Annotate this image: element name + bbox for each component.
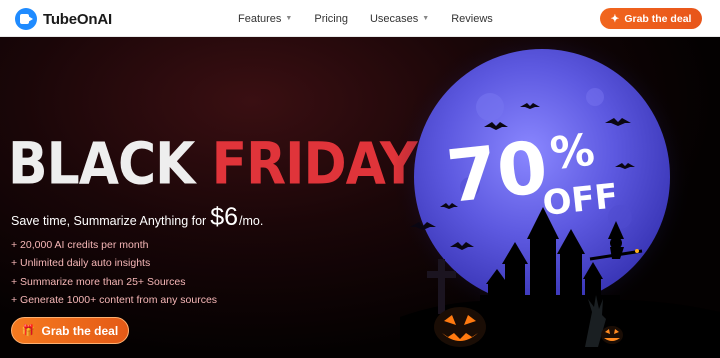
- headline-black: BLACK: [8, 131, 195, 199]
- list-item: + 20,000 AI credits per month: [11, 239, 149, 251]
- chevron-down-icon: ▼: [285, 15, 293, 22]
- brand-logo[interactable]: TubeOnAI: [15, 8, 112, 30]
- promo-off: OFF: [541, 176, 620, 224]
- tagline-text: Save time, Summarize Anything for: [11, 214, 207, 228]
- nav-grab-deal-button[interactable]: ✦ Grab the deal: [600, 8, 702, 29]
- price-value: $6: [210, 203, 239, 231]
- list-item: + Summarize more than 25+ Sources: [11, 275, 186, 288]
- list-item: + Unlimited daily auto insights: [11, 257, 151, 270]
- promo-percent: 70: [443, 125, 551, 219]
- brand-name: TubeOnAI: [43, 10, 112, 28]
- sparkle-icon: ✦: [610, 12, 620, 25]
- top-nav: TubeOnAI Features ▼ Pricing Usecases ▼ R…: [0, 0, 720, 37]
- hero-grab-deal-button[interactable]: 🎁 Grab the deal: [11, 317, 129, 344]
- hero-cta-label: Grab the deal: [41, 323, 119, 338]
- chevron-down-icon: ▼: [422, 15, 430, 22]
- price-period: /mo.: [239, 214, 264, 228]
- nav-item-label: Usecases: [369, 12, 419, 25]
- halloween-moon-illustration: 70 % OFF: [392, 37, 720, 358]
- hero-banner: BLACK FRIDAY Save time, Summarize Anythi…: [0, 37, 720, 358]
- play-logo-icon: [15, 8, 37, 30]
- nav-item-label: Reviews: [451, 12, 493, 25]
- nav-item-pricing[interactable]: Pricing: [314, 13, 348, 25]
- nav-item-label: Pricing: [314, 12, 348, 25]
- nav-item-usecases[interactable]: Usecases ▼: [370, 13, 429, 25]
- nav-item-features[interactable]: Features ▼: [238, 13, 292, 25]
- hero-tagline: Save time, Summarize Anything for $6 /mo…: [11, 203, 263, 232]
- list-item: + Generate 1000+ content from any source…: [11, 293, 218, 306]
- nav-cta-label: Grab the deal: [624, 12, 692, 25]
- jack-o-lantern-icon: [434, 307, 486, 347]
- nav-item-label: Features: [238, 12, 282, 25]
- page-title: BLACK FRIDAY: [8, 131, 418, 199]
- main-menu: Features ▼ Pricing Usecases ▼ Reviews: [238, 0, 515, 37]
- promo-symbol: %: [548, 125, 597, 180]
- small-pumpkin-icon: [601, 326, 623, 344]
- feature-list: + 20,000 AI credits per month + Unlimite…: [11, 236, 217, 309]
- gift-icon: 🎁: [21, 325, 36, 337]
- nav-item-reviews[interactable]: Reviews: [451, 13, 493, 25]
